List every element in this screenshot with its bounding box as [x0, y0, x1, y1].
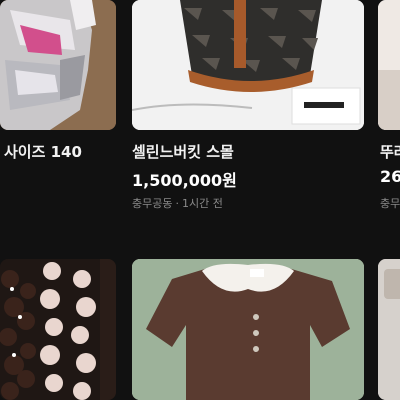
product-card[interactable] — [0, 259, 118, 400]
product-card[interactable]: 사이즈 140 — [0, 0, 118, 220]
product-title: 뚜러 — [380, 143, 400, 161]
product-price: 26 — [380, 167, 400, 186]
product-price: 1,500,000원 — [132, 171, 237, 190]
product-image — [378, 259, 400, 400]
product-meta: 충무 — [380, 195, 400, 211]
product-image — [378, 0, 400, 130]
product-image-hair-clips — [0, 259, 116, 400]
product-location: 충무공동 — [132, 197, 173, 210]
product-time: 1시간 전 — [181, 197, 223, 210]
product-location: 충무 — [380, 197, 400, 210]
product-card[interactable] — [132, 259, 364, 400]
product-image-brown-shirt — [132, 259, 364, 400]
product-image-bag — [132, 0, 364, 130]
separator: · — [175, 197, 179, 210]
product-card[interactable] — [378, 259, 400, 400]
product-card[interactable]: 셀린느버킷 스몰 1,500,000원 충무공동 · 1시간 전 — [132, 0, 364, 220]
product-meta: 충무공동 · 1시간 전 — [132, 195, 223, 211]
product-title: 셀린느버킷 스몰 — [132, 143, 234, 161]
product-image-sneaker — [0, 0, 116, 130]
product-card[interactable]: 뚜러 26 충무 — [378, 0, 400, 220]
product-title: 사이즈 140 — [4, 143, 82, 161]
